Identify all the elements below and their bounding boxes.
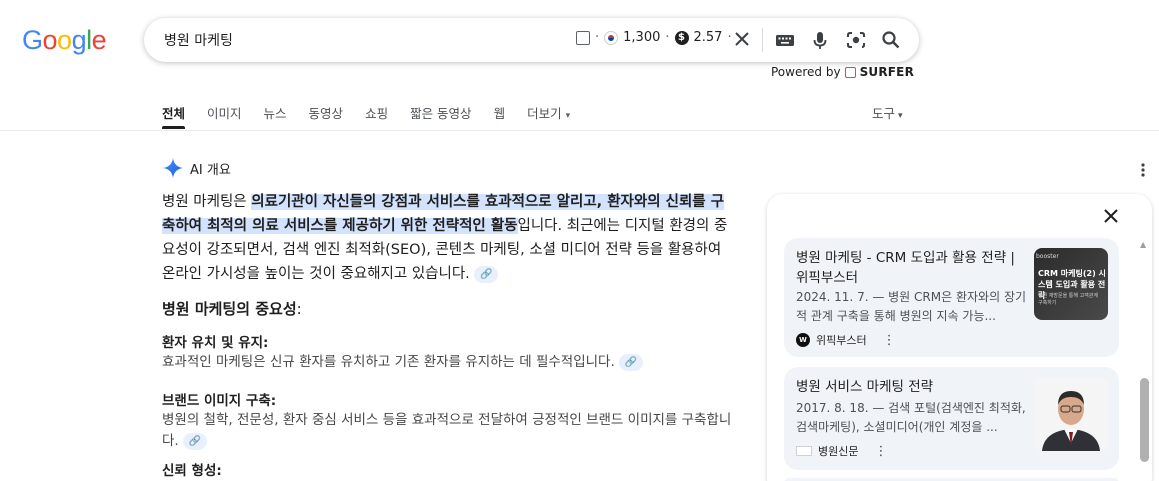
google-logo[interactable]: Google <box>22 25 107 55</box>
item-desc: 효과적인 마케팅은 신규 환자를 유치하고 기존 환자를 유지하는 데 필수적입… <box>162 352 737 373</box>
ai-overview-header: AI 개요 <box>162 157 231 179</box>
surfer-logo-icon <box>844 66 856 78</box>
source-link-icon[interactable]: 🔗 <box>619 353 644 371</box>
section-heading: 병원 마케팅의 중요성: <box>162 300 302 318</box>
logo-letter: g <box>71 25 87 55</box>
site-name: 위픽부스터 <box>816 334 867 347</box>
gemini-sparkle-icon <box>163 158 183 178</box>
search-volume: 1,300 <box>623 30 661 45</box>
clear-search-icon[interactable] <box>732 28 752 50</box>
korea-flag-icon <box>604 30 619 45</box>
lens-camera-icon[interactable] <box>845 29 867 51</box>
microphone-icon[interactable] <box>809 29 831 51</box>
search-divider <box>762 28 763 52</box>
source-thumbnail[interactable]: booster CRM 마케팅(2) 시스템 도입과 활용 전략 병원 재방문을… <box>1034 248 1108 320</box>
separator-dot: · <box>727 30 732 45</box>
keyboard-icon[interactable] <box>774 29 796 51</box>
tools-button[interactable]: 도구 <box>872 103 903 122</box>
source-snippet: 2017. 8. 18. — 검색 포털(검색엔진 최적화, 검색마케팅), 소… <box>796 401 1026 434</box>
source-link-icon[interactable]: 🔗 <box>183 432 208 450</box>
site-favicon-icon <box>796 446 812 456</box>
tab-more[interactable]: 더보기 <box>527 103 570 129</box>
separator-dot: · <box>595 30 600 45</box>
surfer-keyword-widget: · 1,300 · $ 2.57 · <box>576 30 732 45</box>
tab-short-videos[interactable]: 짧은 동영상 <box>410 103 471 129</box>
item-title: 환자 유치 및 유지: <box>162 335 269 351</box>
separator-dot: · <box>665 30 670 45</box>
item-title: 신뢰 형성: <box>162 463 222 479</box>
item-title: 브랜드 이미지 구축: <box>162 393 277 409</box>
source-title[interactable]: 병원 마케팅 - CRM 도입과 활용 전략 | 위픽부스터 <box>796 248 1028 288</box>
scroll-up-arrow[interactable]: ▲ <box>1140 240 1146 249</box>
ai-overview-summary: 병원 마케팅은 의료기관이 자신들의 강점과 서비스를 효과적으로 알리고, 환… <box>162 190 737 286</box>
dollar-icon: $ <box>674 30 689 45</box>
tab-all[interactable]: 전체 <box>162 103 186 129</box>
surfer-brand: SURFER <box>859 65 915 79</box>
source-site: W 위픽부스터 ⋮ <box>796 332 896 348</box>
source-site: 병원신문 ⋮ <box>796 443 887 459</box>
source-card[interactable]: 병원 마케팅 - CRM 도입과 활용 전략 | 위픽부스터 2024. 11.… <box>784 238 1119 357</box>
keyword-checkbox[interactable] <box>576 30 590 45</box>
header-divider <box>0 130 1159 131</box>
source-more-icon[interactable]: ⋮ <box>883 333 896 348</box>
tab-videos[interactable]: 동영상 <box>309 103 344 129</box>
logo-letter: o <box>42 25 58 55</box>
logo-letter: o <box>57 25 72 55</box>
source-title[interactable]: 병원 서비스 마케팅 전략 <box>796 377 1028 397</box>
item-desc: 병원의 철학, 전문성, 환자 중심 서비스 등을 효과적으로 전달하여 긍정적… <box>162 412 732 450</box>
cpc-value: 2.57 <box>693 30 723 45</box>
logo-letter: e <box>91 25 107 55</box>
tab-images[interactable]: 이미지 <box>207 103 242 129</box>
tab-shopping[interactable]: 쇼핑 <box>365 103 388 129</box>
intro-text: 병원 마케팅은 <box>162 194 252 210</box>
site-favicon-icon: W <box>796 333 810 347</box>
source-link-icon[interactable]: 🔗 <box>474 265 499 283</box>
person-portrait-image[interactable] <box>1034 377 1108 451</box>
close-panel-icon[interactable] <box>1101 206 1121 226</box>
powered-by-surfer[interactable]: Powered by SURFER <box>771 65 914 79</box>
source-snippet: 2024. 11. 7. — 병원 CRM은 환자와의 장기적 관계 구축을 통… <box>796 290 1027 323</box>
panel-scrollbar[interactable] <box>1140 378 1149 462</box>
logo-letter: G <box>22 25 43 55</box>
source-card[interactable]: 병원 서비스 마케팅 전략 2017. 8. 18. — 검색 포털(검색엔진 … <box>784 367 1119 470</box>
search-box[interactable]: 병원 마케팅 · 1,300 · $ 2.57 · <box>144 18 919 62</box>
tab-news[interactable]: 뉴스 <box>264 103 287 129</box>
source-more-icon[interactable]: ⋮ <box>874 444 887 459</box>
tab-web[interactable]: 웹 <box>494 103 506 129</box>
site-name: 병원신문 <box>818 445 859 458</box>
search-input[interactable]: 병원 마케팅 <box>164 30 233 50</box>
ai-overview-title: AI 개요 <box>190 162 231 178</box>
search-icon[interactable] <box>880 29 902 51</box>
search-tabs: 전체 이미지 뉴스 동영상 쇼핑 짧은 동영상 웹 더보기 <box>162 103 592 129</box>
more-options-icon[interactable] <box>1138 162 1148 178</box>
powered-by-label: Powered by <box>771 65 841 79</box>
